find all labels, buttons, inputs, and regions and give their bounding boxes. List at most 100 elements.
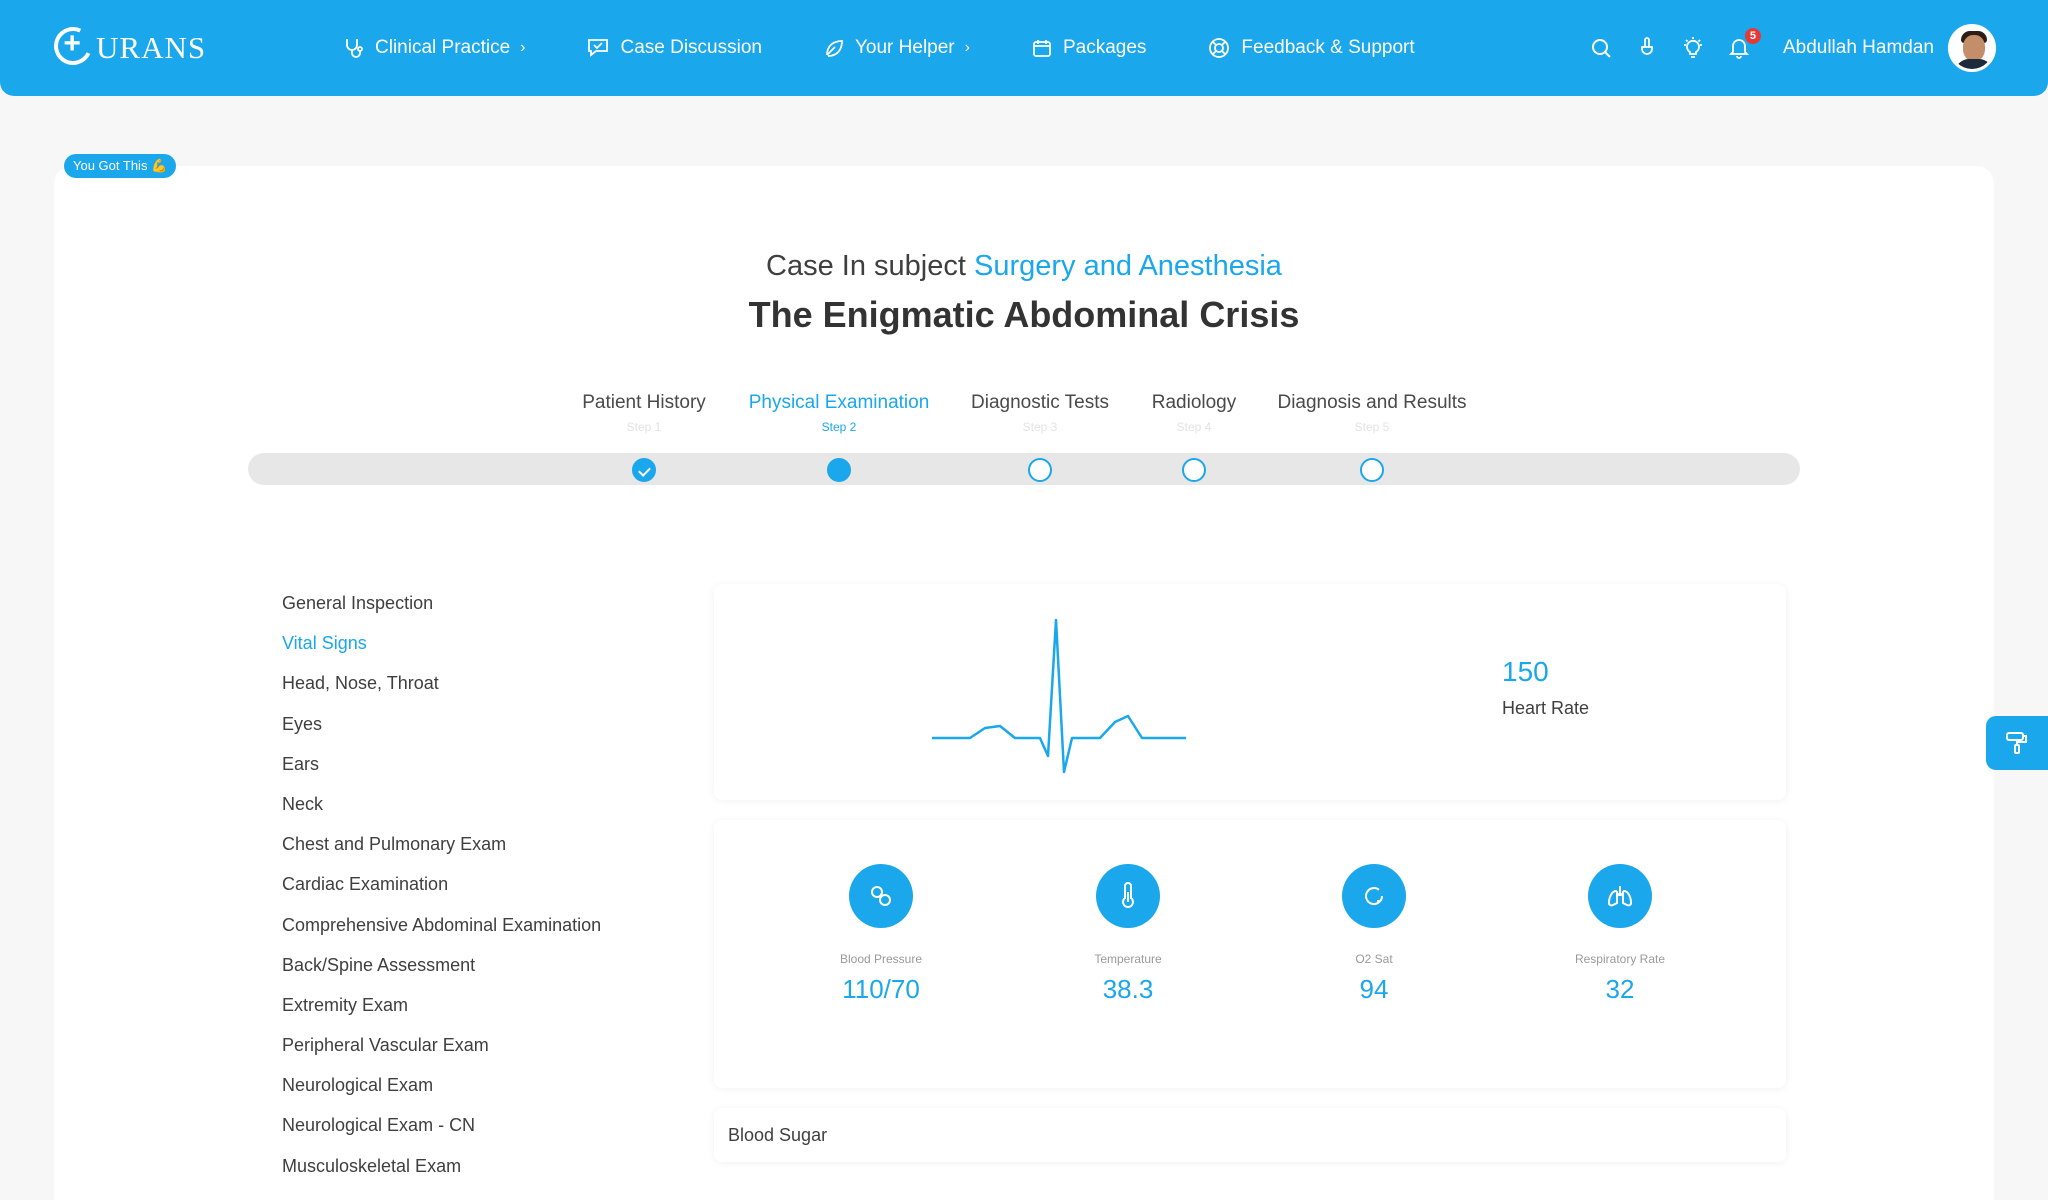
tips-button[interactable] xyxy=(1681,36,1705,60)
step-name: Diagnostic Tests xyxy=(971,392,1109,413)
step-name: Radiology xyxy=(1151,392,1237,413)
vital-value: 110/70 xyxy=(842,974,920,1004)
menu-item-peripheral-vascular[interactable]: Peripheral Vascular Exam xyxy=(282,1034,601,1074)
menu-item-ears[interactable]: Ears xyxy=(282,753,601,793)
accessibility-button[interactable] xyxy=(1635,36,1659,60)
step-patient-history[interactable]: Patient History Step 1 xyxy=(582,392,706,434)
nav-label: Packages xyxy=(1062,37,1147,58)
menu-item-back-spine[interactable]: Back/Spine Assessment xyxy=(282,954,601,994)
menu-item-abdominal[interactable]: Comprehensive Abdominal Examination xyxy=(282,914,601,954)
step-number: Step 2 xyxy=(821,420,857,434)
vital-icon-circle xyxy=(1342,864,1406,928)
search-icon xyxy=(1591,39,1611,58)
avatar-face xyxy=(1963,35,1985,61)
menu-item-musculoskeletal[interactable]: Musculoskeletal Exam xyxy=(282,1155,601,1195)
menu-item-eyes[interactable]: Eyes xyxy=(282,713,601,753)
logo-icon xyxy=(48,21,98,71)
menu-item-chest-pulmonary[interactable]: Chest and Pulmonary Exam xyxy=(282,833,601,873)
menu-item-neck[interactable]: Neck xyxy=(282,793,601,833)
blood-sugar-panel[interactable] xyxy=(714,1108,1786,1162)
vital-label: Respiratory Rate xyxy=(1574,952,1666,966)
heart-rate-panel xyxy=(714,584,1786,800)
lightbulb-icon xyxy=(1683,37,1702,58)
nav-item-case-discussion[interactable]: Case Discussion xyxy=(587,37,762,59)
lifebuoy-icon xyxy=(1209,38,1230,58)
step-diagnosis-results[interactable]: Diagnosis and Results Step 5 xyxy=(1277,392,1466,434)
motivation-badge: You Got This 💪 xyxy=(64,154,177,178)
step-name: Diagnosis and Results xyxy=(1277,392,1467,413)
nav-label: Clinical Practice xyxy=(375,37,511,58)
step-name: Patient History xyxy=(582,392,706,413)
step-4-dot[interactable] xyxy=(1182,458,1206,482)
progress-track xyxy=(248,453,1800,485)
step-radiology[interactable]: Radiology Step 4 xyxy=(1152,392,1237,434)
chevron-right-icon: › xyxy=(964,39,970,56)
subject-prefix: Case In subject xyxy=(766,250,966,282)
step-3-dot[interactable] xyxy=(1028,458,1052,482)
nav-item-packages[interactable]: Packages xyxy=(1032,37,1146,59)
menu-item-head-nose-throat[interactable]: Head, Nose, Throat xyxy=(282,672,601,712)
vital-icon-circle xyxy=(1588,864,1652,928)
vital-respiratory-rate: Respiratory Rate 32 xyxy=(1540,864,1700,1005)
menu-item-cardiac[interactable]: Cardiac Examination xyxy=(282,873,601,913)
lungs-icon xyxy=(1607,886,1633,907)
step-5-dot[interactable] xyxy=(1360,458,1384,482)
chat-icon xyxy=(588,39,609,57)
paint-roller-icon xyxy=(2006,732,2027,754)
vital-label: Temperature xyxy=(1094,952,1162,966)
vital-label: Blood Pressure xyxy=(839,952,923,966)
step-number: Step 5 xyxy=(1354,420,1390,434)
brand-name: URANS xyxy=(96,30,207,65)
user-name[interactable]: Abdullah Hamdan xyxy=(1783,37,1934,59)
notification-count-badge: 5 xyxy=(1744,28,1761,44)
customizer-tab[interactable] xyxy=(1986,716,2048,770)
user-avatar[interactable] xyxy=(1948,24,1996,72)
vital-icon-circle xyxy=(1096,864,1160,928)
calendar-icon xyxy=(1033,40,1051,57)
exam-menu: General Inspection Vital Signs Head, Nos… xyxy=(282,592,601,1195)
nav-label: Feedback & Support xyxy=(1241,37,1415,58)
heart-rate-value: 150 xyxy=(1502,656,1549,687)
step-2-dot[interactable] xyxy=(827,458,851,482)
menu-item-extremity[interactable]: Extremity Exam xyxy=(282,994,601,1034)
avatar-body xyxy=(1955,59,1993,69)
step-physical-examination[interactable]: Physical Examination Step 2 xyxy=(749,392,930,434)
vital-value: 94 xyxy=(1359,974,1389,1004)
vital-label: O2 Sat xyxy=(1355,952,1393,966)
step-number: Step 4 xyxy=(1176,420,1212,434)
vital-temperature: Temperature 38.3 xyxy=(1048,864,1208,1005)
step-number: Step 3 xyxy=(1022,420,1058,434)
vital-value: 32 xyxy=(1605,974,1635,1004)
main-nav: Clinical Practice › Case Discussion Your… xyxy=(344,0,1477,96)
nav-item-your-helper[interactable]: Your Helper › xyxy=(824,37,970,59)
step-1-check-icon[interactable] xyxy=(632,458,656,482)
nav-item-feedback-support[interactable]: Feedback & Support xyxy=(1208,37,1415,59)
blood-pressure-icon xyxy=(871,886,891,906)
nav-label: Case Discussion xyxy=(620,37,762,58)
vital-o2-sat: O2 Sat 94 xyxy=(1294,864,1454,1005)
header-tools: 5 Abdullah Hamdan xyxy=(1567,0,1996,96)
menu-item-general-inspection[interactable]: General Inspection xyxy=(282,592,601,632)
search-button[interactable] xyxy=(1589,36,1613,60)
brand-logo[interactable]: URANS xyxy=(48,21,207,71)
ecg-waveform-icon xyxy=(932,618,1186,774)
heart-rate-label: Heart Rate xyxy=(1502,698,1590,718)
case-title: The Enigmatic Abdominal Crisis xyxy=(748,294,1300,335)
top-navbar: URANS Clinical Practice › Case Discussio… xyxy=(0,0,2048,96)
nav-label: Your Helper xyxy=(854,37,955,58)
stethoscope-icon xyxy=(346,39,363,58)
leaf-icon xyxy=(826,40,843,57)
menu-item-vital-signs[interactable]: Vital Signs xyxy=(282,632,601,672)
hand-pointer-icon xyxy=(1641,37,1653,55)
chevron-right-icon: › xyxy=(520,39,526,56)
subject-name[interactable]: Surgery and Anesthesia xyxy=(974,250,1282,282)
menu-item-neurological-cn[interactable]: Neurological Exam - CN xyxy=(282,1114,601,1154)
notifications-button[interactable]: 5 xyxy=(1727,28,1761,60)
nav-item-clinical-practice[interactable]: Clinical Practice › xyxy=(344,37,525,59)
oxygen-icon xyxy=(1365,887,1384,905)
step-diagnostic-tests[interactable]: Diagnostic Tests Step 3 xyxy=(971,392,1109,434)
step-name: Physical Examination xyxy=(748,392,930,413)
step-number: Step 1 xyxy=(626,420,662,434)
case-subject: Case In subject Surgery and Anesthesia xyxy=(0,250,2048,283)
menu-item-neurological[interactable]: Neurological Exam xyxy=(282,1074,601,1114)
